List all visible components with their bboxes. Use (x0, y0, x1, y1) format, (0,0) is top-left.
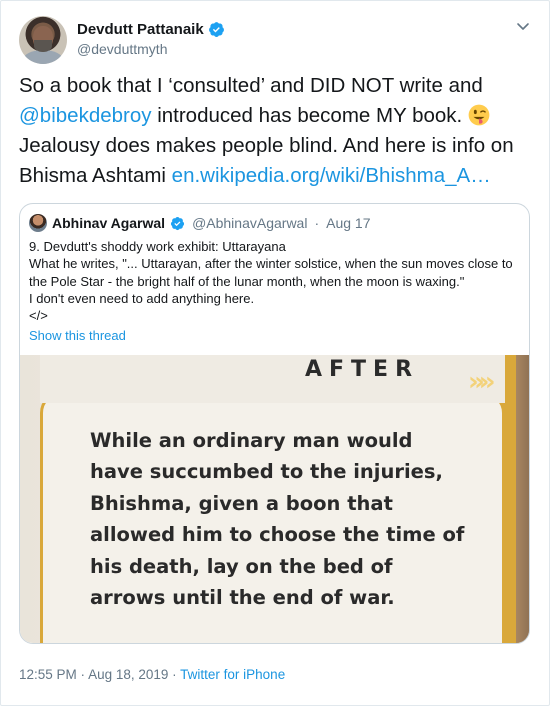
verified-badge-icon (208, 22, 224, 37)
quoted-tweet-text: 9. Devdutt's shoddy work exhibit: Uttara… (29, 238, 524, 324)
quoted-line: What he writes, "... Uttarayan, after th… (29, 256, 513, 289)
quoted-line: I don't even need to add anything here. (29, 290, 255, 306)
quoted-line: 9. Devdutt's shoddy work exhibit: Uttara… (29, 239, 286, 254)
mention-link[interactable]: @bibekdebroy (19, 104, 152, 127)
double-chevron-right-icon: »» (468, 367, 495, 397)
quoted-tweet-header: Abhinav Agarwal @AbhinavAgarwal · Aug 17 (29, 214, 371, 232)
author-display-name[interactable]: Devdutt Pattanaik (77, 21, 204, 38)
tweet-text-part: So a book that I ‘consulted’ and DID NOT… (19, 74, 483, 97)
tweet-metadata: 12:55 PM · Aug 18, 2019 · Twitter for iP… (19, 667, 285, 682)
author-avatar[interactable] (19, 16, 67, 64)
quoted-tweet-image[interactable]: AFTER »» While an ordinary man would hav… (20, 355, 529, 643)
quoted-author-display-name: Abhinav Agarwal (52, 215, 166, 231)
meta-separator: · (76, 667, 89, 682)
tweet-text-part: introduced has become MY book. (151, 104, 468, 127)
tweet-card: Devdutt Pattanaik @devduttmyth So a book… (0, 0, 550, 706)
quoted-separator: · (314, 215, 320, 231)
book-excerpt-text: While an ordinary man would have succumb… (90, 429, 465, 610)
tweet-time[interactable]: 12:55 PM (19, 667, 77, 682)
author-handle[interactable]: @devduttmyth (77, 41, 167, 57)
winking-face-with-tongue-emoji-icon (468, 104, 490, 126)
wikipedia-link[interactable]: en.wikipedia.org/wiki/Bhishma_A… (172, 164, 491, 187)
tweet-text: So a book that I ‘consulted’ and DID NOT… (19, 71, 533, 191)
verified-badge-icon (170, 216, 185, 230)
quoted-author-avatar (29, 214, 47, 232)
book-heading: AFTER (305, 357, 420, 382)
tweet-date[interactable]: Aug 18, 2019 (88, 667, 168, 682)
tweet-source-link[interactable]: Twitter for iPhone (180, 667, 285, 682)
quoted-tweet[interactable]: Abhinav Agarwal @AbhinavAgarwal · Aug 17… (19, 203, 530, 644)
meta-separator: · (168, 667, 181, 682)
quoted-date: Aug 17 (326, 215, 371, 231)
author-name-row: Devdutt Pattanaik (77, 21, 225, 38)
quoted-author-handle: @AbhinavAgarwal (192, 215, 308, 231)
quoted-line: </> (29, 308, 48, 324)
show-this-thread-link[interactable]: Show this thread (29, 328, 126, 343)
chevron-down-icon[interactable] (515, 18, 531, 34)
